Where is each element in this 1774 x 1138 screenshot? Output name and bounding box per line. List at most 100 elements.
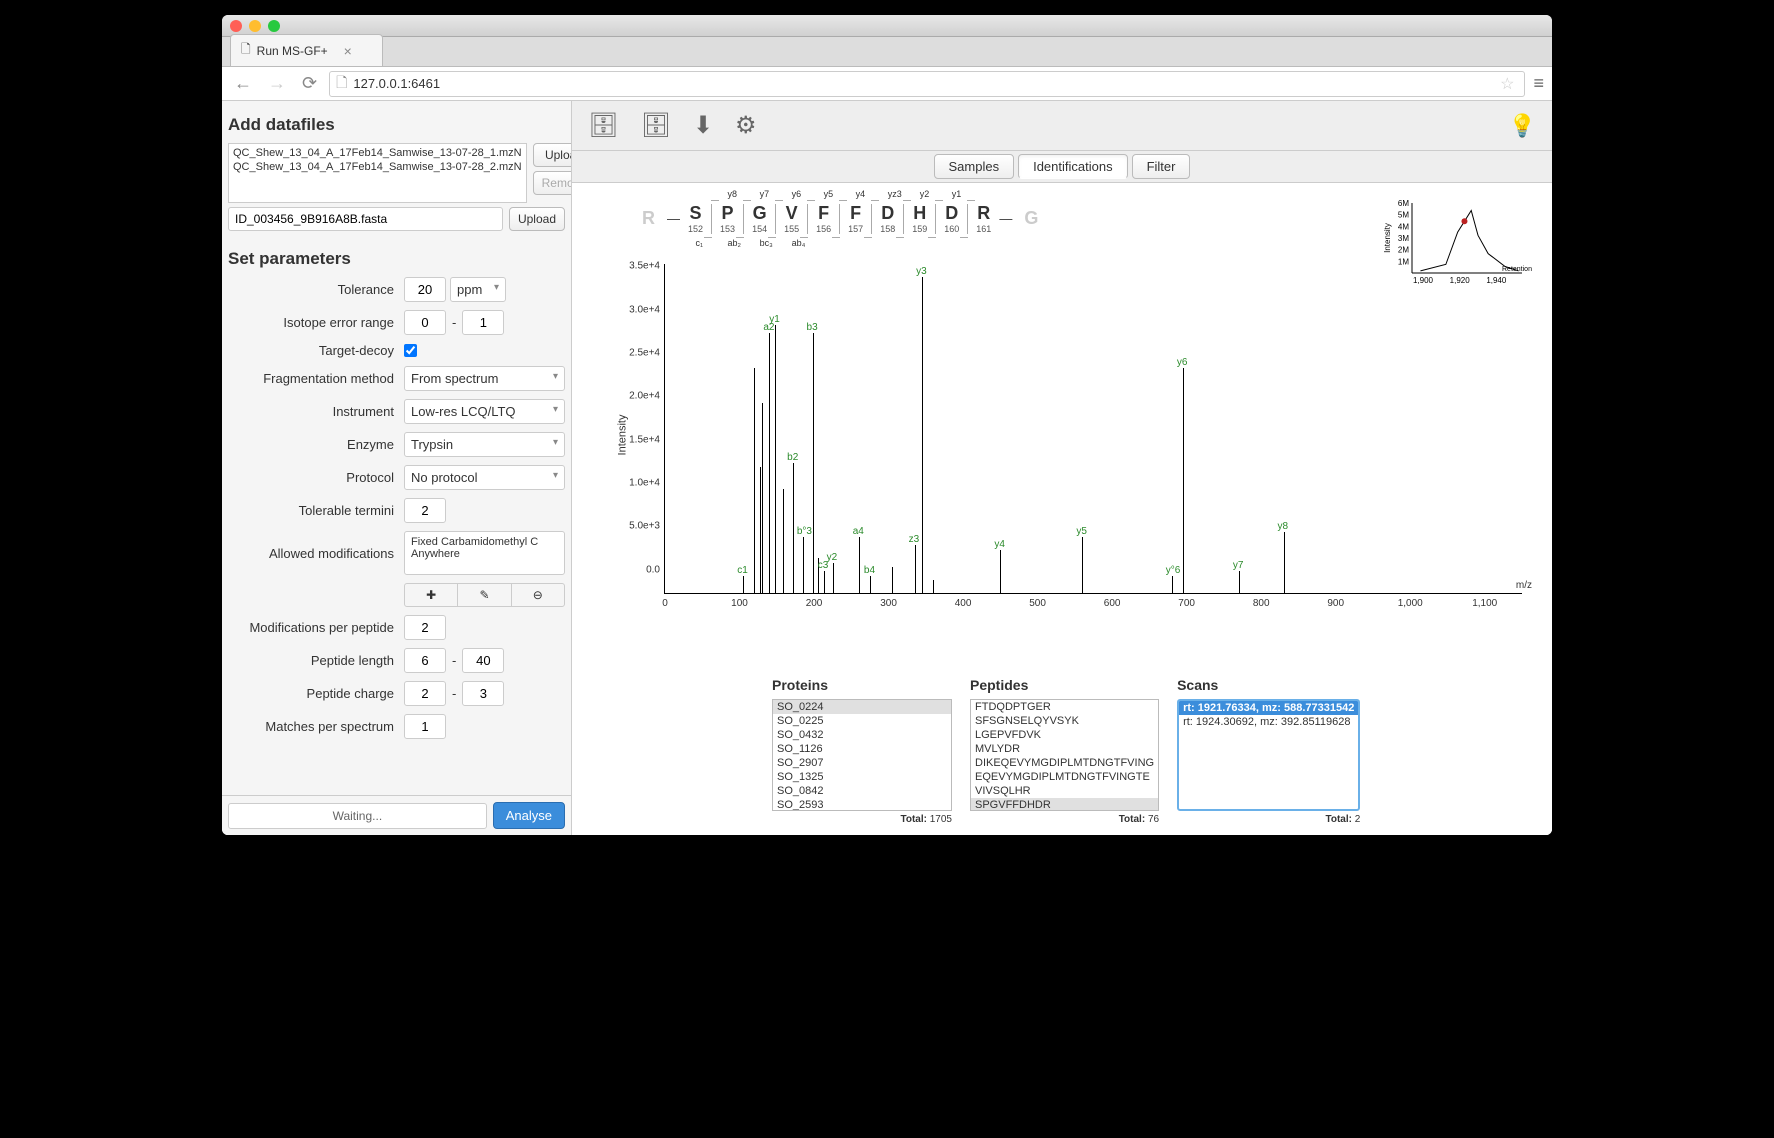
list-item[interactable]: rt: 1921.76334, mz: 588.77331542 [1179, 701, 1358, 715]
list-item[interactable]: SO_0225 [773, 714, 951, 728]
url-text: 127.0.0.1:6461 [353, 76, 440, 91]
allowed-mods-list[interactable]: Fixed Carbamidomethyl C Anywhere [404, 531, 565, 575]
address-bar[interactable]: 🗋 127.0.0.1:6461 ☆ [329, 71, 1525, 97]
upload-raw-button[interactable]: Upload [533, 143, 571, 167]
list-item[interactable]: SFSGNSELQYVSYK [971, 714, 1158, 728]
matches-label: Matches per spectrum [228, 719, 404, 734]
list-item[interactable]: LGEPVFDVK [971, 728, 1158, 742]
y-tick: 5.0e+3 [612, 521, 660, 532]
list-item[interactable]: SO_0432 [773, 728, 951, 742]
y-tick: 1.0e+4 [612, 478, 660, 489]
list-item[interactable]: SO_0842 [773, 784, 951, 798]
browser-tab[interactable]: 🗋 Run MS-GF+ × [230, 34, 383, 66]
browser-menu-icon[interactable]: ≡ [1533, 73, 1544, 94]
spectrum-peak [762, 403, 763, 593]
help-lightbulb-icon[interactable]: 💡 [1509, 113, 1536, 139]
tab-identifications[interactable]: Identifications [1018, 154, 1128, 179]
spectrum-peak: y4 [1000, 550, 1001, 593]
peptide-length-max-input[interactable] [462, 648, 504, 673]
list-item[interactable]: SPGVFFDHDR [971, 798, 1158, 811]
reload-button[interactable]: ⟳ [298, 73, 321, 94]
remove-raw-button[interactable]: Remove [533, 171, 571, 195]
peak-label: z3 [909, 534, 920, 545]
database-add-icon[interactable]: 🗄 [588, 111, 618, 140]
x-tick: 700 [1178, 598, 1195, 609]
mods-per-peptide-input[interactable] [404, 615, 446, 640]
y-tick: 1.5e+4 [612, 434, 660, 445]
tab-samples[interactable]: Samples [934, 154, 1015, 179]
add-mod-button[interactable]: ✚ [405, 584, 458, 606]
isotope-max-input[interactable] [462, 310, 504, 335]
x-tick: 900 [1327, 598, 1344, 609]
page-icon: 🗋 [241, 40, 251, 61]
peptides-list[interactable]: FTDQDPTGERSFSGNSELQYVSYKLGEPVFDVKMVLYDRD… [970, 699, 1159, 811]
list-item[interactable]: SO_2907 [773, 756, 951, 770]
list-item[interactable]: SO_1325 [773, 770, 951, 784]
file-item[interactable]: QC_Shew_13_04_A_17Feb14_Samwise_13-07-28… [231, 146, 524, 160]
x-tick: 300 [880, 598, 897, 609]
x-tick: 0 [662, 598, 668, 609]
svg-text:1M: 1M [1398, 257, 1409, 266]
peptide-charge-max-input[interactable] [462, 681, 504, 706]
list-item[interactable]: DIKEQEVYMGDIPLMTDNGTFVING [971, 756, 1158, 770]
svg-text:4M: 4M [1398, 222, 1409, 231]
list-item[interactable]: rt: 1924.30692, mz: 392.85119628 [1179, 715, 1358, 729]
remove-mod-button[interactable]: ⊖ [512, 584, 564, 606]
scans-list[interactable]: rt: 1921.76334, mz: 588.77331542rt: 1924… [1177, 699, 1360, 811]
file-item[interactable]: QC_Shew_13_04_A_17Feb14_Samwise_13-07-28… [231, 160, 524, 174]
y-tick: 3.5e+4 [612, 261, 660, 272]
tab-filter[interactable]: Filter [1132, 154, 1191, 179]
download-icon[interactable]: ⬇ [693, 111, 713, 140]
svg-text:1,940: 1,940 [1486, 276, 1507, 285]
raw-files-list[interactable]: QC_Shew_13_04_A_17Feb14_Samwise_13-07-28… [228, 143, 527, 203]
protocol-select[interactable]: No protocol [404, 465, 565, 490]
peptide-length-min-input[interactable] [404, 648, 446, 673]
tolerance-unit-select[interactable]: ppm [450, 277, 506, 302]
enzyme-select[interactable]: Trypsin [404, 432, 565, 457]
proteins-list[interactable]: SO_0224SO_0225SO_0432SO_1126SO_2907SO_13… [772, 699, 952, 811]
spectrum-peak: a2 [769, 333, 770, 593]
peptide-charge-min-input[interactable] [404, 681, 446, 706]
upload-fasta-button[interactable]: Upload [509, 207, 565, 231]
termini-input[interactable] [404, 498, 446, 523]
bookmark-icon[interactable]: ☆ [1500, 74, 1514, 94]
target-decoy-checkbox[interactable] [404, 344, 417, 357]
target-decoy-label: Target-decoy [228, 343, 404, 358]
isotope-min-input[interactable] [404, 310, 446, 335]
fragmentation-select[interactable]: From spectrum [404, 366, 565, 391]
residue: H159y2 [906, 203, 933, 234]
residue: V155y6ab₄ [778, 203, 805, 234]
list-item[interactable]: SO_0224 [773, 700, 951, 714]
peak-label: b4 [864, 565, 875, 576]
peak-label: c1 [737, 565, 748, 576]
analyse-button[interactable]: Analyse [493, 802, 565, 829]
list-item[interactable]: VIVSQLHR [971, 784, 1158, 798]
list-item[interactable]: SO_1126 [773, 742, 951, 756]
spectrum-peak: y7 [1239, 571, 1240, 593]
list-item[interactable]: SO_2593 [773, 798, 951, 811]
minimize-window-icon[interactable] [249, 20, 261, 32]
peptides-total: Total: 76 [970, 814, 1159, 825]
edit-mod-button[interactable]: ✎ [458, 584, 511, 606]
tolerance-input[interactable] [404, 277, 446, 302]
mods-per-peptide-label: Modifications per peptide [228, 620, 404, 635]
residue: F157y4 [842, 203, 869, 234]
y-tick: 0.0 [612, 564, 660, 575]
list-item[interactable]: FTDQDPTGER [971, 700, 1158, 714]
peak-label: y6 [1177, 357, 1188, 368]
spectrum-peak: c3 [824, 571, 825, 593]
spectrum-peak: y1 [775, 325, 776, 593]
spectrum-peak: b4 [870, 576, 871, 593]
close-window-icon[interactable] [230, 20, 242, 32]
close-tab-icon[interactable]: × [344, 43, 352, 59]
scans-total: Total: 2 [1177, 814, 1360, 825]
back-button[interactable]: ← [230, 73, 256, 94]
instrument-select[interactable]: Low-res LCQ/LTQ [404, 399, 565, 424]
fasta-input[interactable] [228, 207, 503, 231]
matches-input[interactable] [404, 714, 446, 739]
list-item[interactable]: EQEVYMGDIPLMTDNGTFVINGTE [971, 770, 1158, 784]
settings-icon[interactable]: ⚙ [735, 111, 757, 140]
list-item[interactable]: MVLYDR [971, 742, 1158, 756]
maximize-window-icon[interactable] [268, 20, 280, 32]
database-remove-icon[interactable]: 🗄 [640, 111, 670, 140]
